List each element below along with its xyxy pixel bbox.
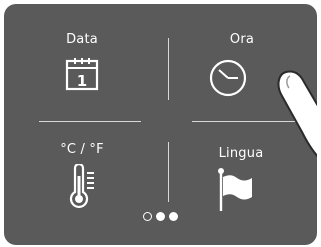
grid-divider-vertical-bottom xyxy=(168,142,169,202)
page-dot-3[interactable] xyxy=(169,212,178,221)
page-indicator xyxy=(4,212,317,226)
grid-divider-horizontal-left xyxy=(39,121,141,122)
pointing-finger-icon xyxy=(277,70,317,158)
settings-screen: Data 1 Ora °C / °F Lingua xyxy=(4,4,317,245)
flag-icon xyxy=(218,168,252,211)
tile-units-label: °C / °F xyxy=(60,142,104,157)
calendar-day-number: 1 xyxy=(77,72,87,90)
page-dot-2[interactable] xyxy=(156,212,165,221)
calendar-icon: 1 xyxy=(65,58,99,91)
grid-divider-vertical-top xyxy=(168,38,169,100)
tile-time-label: Ora xyxy=(229,32,255,47)
clock-icon xyxy=(209,59,247,97)
thermometer-icon xyxy=(69,164,94,208)
tile-date-label: Data xyxy=(66,32,98,47)
tile-units[interactable]: °C / °F xyxy=(22,134,142,214)
tile-date[interactable]: Data 1 xyxy=(22,26,142,106)
page-dot-1[interactable] xyxy=(143,212,152,221)
